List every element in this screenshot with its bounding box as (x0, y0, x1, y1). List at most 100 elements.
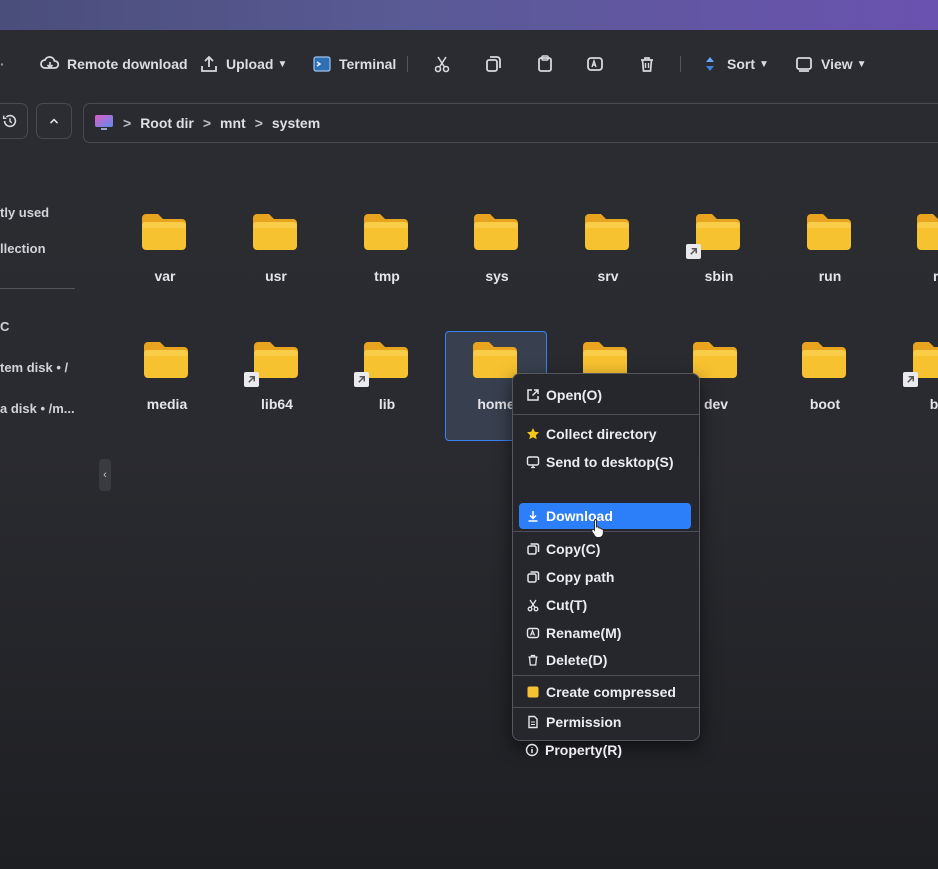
folder-icon (252, 340, 300, 380)
folder-name: lib (378, 396, 396, 412)
folder-icon (472, 212, 520, 252)
folder-name: var (154, 268, 176, 284)
open-external-icon (527, 389, 539, 401)
info-icon (525, 743, 539, 757)
sidebar-divider (0, 288, 75, 289)
chevron-down-icon: ▼ (856, 58, 867, 70)
breadcrumb-system[interactable]: system (272, 115, 320, 131)
menu-item-open[interactable]: Open(O) (519, 382, 691, 408)
context-menu: Open(O) Collect directory Send to deskto… (512, 373, 700, 741)
sidebar-item-collection[interactable]: llection (0, 241, 46, 256)
menu-item-delete[interactable]: Delete(D) (519, 647, 691, 673)
desktop-background-strip (0, 0, 938, 30)
rename-icon (526, 627, 540, 639)
copy-icon (486, 56, 501, 72)
folder-name: ro (933, 268, 938, 284)
hand-cursor-icon (591, 519, 604, 538)
breadcrumb-separator: > (202, 115, 212, 131)
menu-item-rename[interactable]: Rename(M) (519, 620, 691, 646)
download-icon (528, 511, 538, 522)
toolbar-overflow: · (0, 56, 5, 72)
folder-name: media (146, 396, 188, 412)
sidebar-item-data-disk[interactable]: a disk • /m... (0, 401, 75, 416)
folder-name: usr (265, 268, 287, 284)
cut-button[interactable] (432, 48, 452, 80)
menu-item-copy[interactable]: Copy(C) (519, 536, 691, 562)
folder-name: tmp (374, 268, 400, 284)
folder-icon (694, 212, 742, 252)
folder-icon (915, 212, 938, 252)
rename-icon (587, 57, 603, 71)
cut-icon (434, 56, 450, 73)
folder-name: run (818, 268, 842, 284)
menu-item-cut[interactable]: Cut(T) (519, 592, 691, 618)
delete-button[interactable] (637, 48, 657, 80)
view-button[interactable]: View ▼ (794, 48, 867, 80)
breadcrumb-mnt[interactable]: mnt (220, 115, 246, 131)
trash-icon (641, 57, 653, 72)
copy-icon (527, 543, 540, 555)
sort-button[interactable]: Sort ▼ (700, 48, 769, 80)
sort-icon (706, 57, 714, 71)
history-button[interactable] (0, 103, 28, 139)
archive-icon (527, 686, 539, 698)
toolbar-divider (407, 56, 408, 72)
sidebar-item-system-disk[interactable]: tem disk • / (0, 360, 68, 375)
folder-icon (691, 340, 739, 380)
menu-item-collect-directory[interactable]: Collect directory (519, 421, 691, 447)
remote-download-button[interactable]: Remote download (40, 48, 188, 80)
menu-item-permission[interactable]: Permission (519, 710, 691, 734)
menu-item-copy-path[interactable]: Copy path (519, 564, 691, 590)
toolbar-divider (680, 56, 681, 72)
folder-icon (805, 212, 853, 252)
chevron-down-icon: ▼ (277, 58, 288, 70)
breadcrumb: > Root dir > mnt > system (83, 103, 938, 143)
sidebar-item-pc[interactable]: C (0, 319, 9, 334)
folder-name: bi (929, 396, 938, 412)
symlink-arrow-icon (244, 372, 259, 387)
chevron-down-icon: ▼ (759, 58, 769, 70)
breadcrumb-separator: > (123, 115, 132, 131)
breadcrumb-root[interactable]: Root dir (140, 115, 194, 131)
sidebar-item-recently-used[interactable]: tly used (0, 205, 49, 220)
rename-button[interactable] (585, 48, 605, 80)
terminal-button[interactable]: Terminal (312, 48, 396, 80)
symlink-arrow-icon (903, 372, 918, 387)
folder-name: sbin (704, 268, 734, 284)
folder-icon (142, 340, 190, 380)
paste-button[interactable] (535, 48, 555, 80)
upload-button[interactable]: Upload ▼ (199, 48, 287, 80)
file-manager-window (0, 30, 938, 869)
folder-icon (251, 212, 299, 252)
menu-separator (513, 414, 699, 415)
folder-name: lib64 (261, 396, 293, 412)
upload-icon (201, 55, 217, 72)
copy-button[interactable] (483, 48, 503, 80)
symlink-arrow-icon (354, 372, 369, 387)
cut-icon (527, 599, 539, 612)
folder-name: sys (485, 268, 509, 284)
monitor-icon (526, 456, 540, 469)
trash-icon (528, 654, 538, 666)
toolbar: · Remote download Upload ▼ Terminal Sort ▼… (0, 48, 938, 80)
folder-icon (362, 212, 410, 252)
symlink-arrow-icon (686, 244, 701, 259)
paste-icon (538, 55, 552, 72)
view-icon (796, 57, 812, 72)
menu-item-send-to-desktop[interactable]: Send to desktop(S) (519, 449, 691, 475)
chevron-up-icon (49, 118, 59, 124)
folder-icon (583, 212, 631, 252)
folder-icon (362, 340, 410, 380)
copy-icon (527, 571, 540, 583)
go-up-button[interactable] (36, 103, 72, 139)
history-icon (2, 114, 17, 128)
sidebar-collapse-handle[interactable]: ‹ (99, 459, 111, 491)
folder-name: srv (597, 268, 619, 284)
terminal-icon (313, 56, 331, 72)
menu-separator (513, 675, 699, 676)
menu-item-property[interactable]: Property(R) (518, 737, 690, 763)
folder-name: boot (809, 396, 841, 412)
menu-item-create-compressed[interactable]: Create compressed (519, 679, 691, 705)
menu-separator (513, 707, 699, 708)
folder-icon (800, 340, 848, 380)
